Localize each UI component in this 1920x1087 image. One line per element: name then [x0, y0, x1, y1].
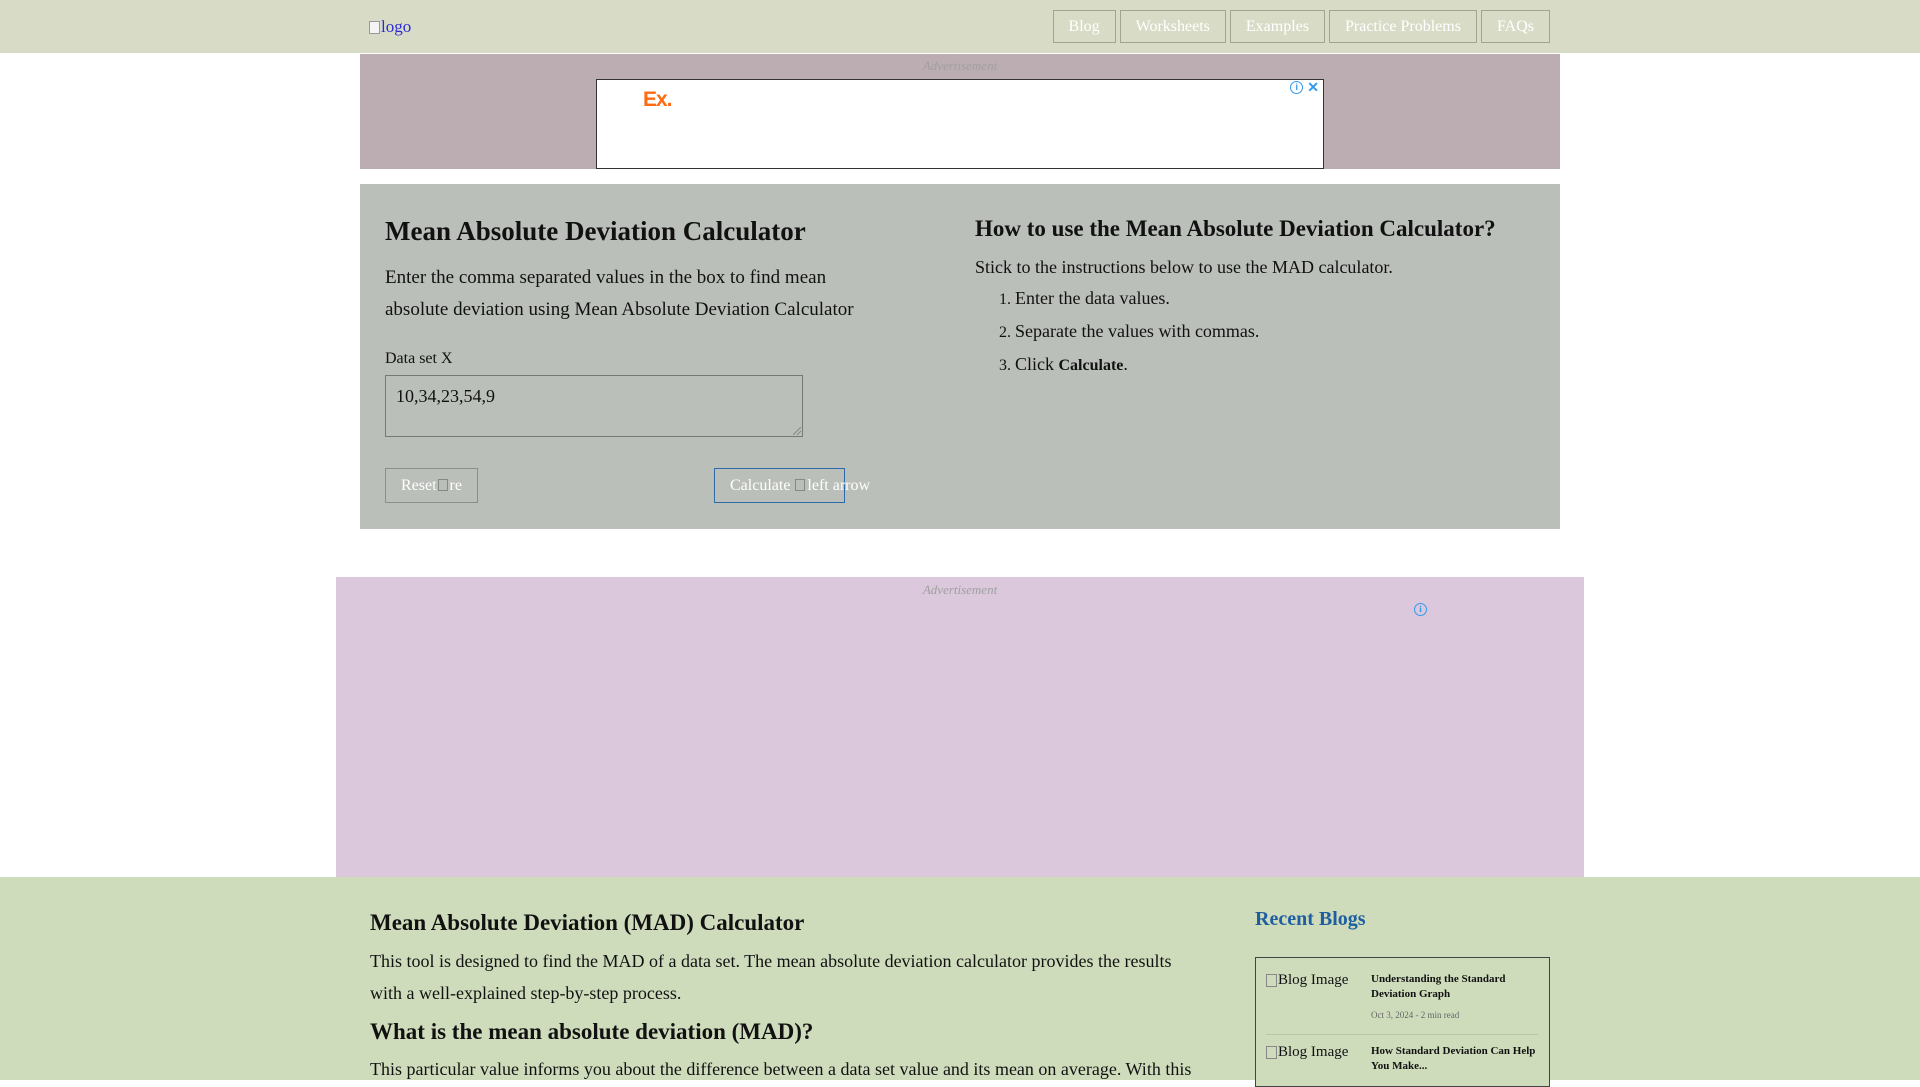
logo-link[interactable]: logo — [369, 17, 411, 37]
reset-button[interactable]: Reset re — [385, 468, 478, 503]
nav-faqs[interactable]: FAQs — [1480, 10, 1550, 43]
article-heading: Mean Absolute Deviation (MAD) Calculator — [370, 910, 805, 935]
reset-image-alt: re — [449, 477, 462, 494]
ad-banner[interactable]: Ex. i ✕ — [596, 79, 1324, 169]
howto-step3-suffix: . — [1123, 354, 1128, 374]
recent-blogs-title: Recent Blogs — [1255, 908, 1366, 930]
dataset-label: Data set X — [385, 350, 453, 367]
article-paragraph: This tool is designed to find the MAD of… — [370, 951, 1172, 1003]
ad-close-icon[interactable]: ✕ — [1307, 80, 1319, 94]
calculate-label: Calculate — [730, 477, 791, 494]
dataset-input[interactable]: 10,34,23,54,9 — [385, 375, 803, 437]
article-paragraph: This particular value informs you about … — [370, 1059, 1192, 1079]
blog-image-alt: Blog Image — [1278, 972, 1349, 988]
article-heading: What is the mean absolute deviation (MAD… — [370, 1019, 814, 1044]
ad-label: Advertisement — [922, 582, 998, 597]
howto-step: Click Calculate. — [1015, 348, 1259, 382]
nav-practice-problems[interactable]: Practice Problems — [1328, 10, 1477, 43]
calculate-button[interactable]: Calculate left arrow — [714, 468, 870, 503]
howto-step3-prefix: Click — [1015, 354, 1059, 374]
blog-image[interactable]: Blog Image — [1266, 1044, 1348, 1061]
howto-step: Separate the values with commas. — [1015, 315, 1259, 348]
blog-image-alt: Blog Image — [1278, 1044, 1349, 1060]
broken-image-icon — [369, 20, 380, 34]
site-header: logo Blog Worksheets Examples Practice P… — [0, 0, 1920, 53]
main-nav: Blog Worksheets Examples Practice Proble… — [1052, 10, 1550, 43]
howto-steps: Enter the data values. Separate the valu… — [975, 282, 1259, 382]
calculator-description: Enter the comma separated values in the … — [385, 267, 854, 320]
howto-intro: Stick to the instructions below to use t… — [975, 257, 1393, 277]
nav-worksheets[interactable]: Worksheets — [1119, 10, 1226, 43]
broken-image-icon — [1266, 1046, 1277, 1059]
ad-info-icon[interactable]: i — [1414, 603, 1427, 616]
blog-meta: Oct 3, 2024 - 2 min read — [1371, 1010, 1460, 1020]
ad-label: Advertisement — [922, 58, 998, 73]
middle-advertisement[interactable]: Advertisement i — [336, 577, 1584, 877]
blog-image[interactable]: Blog Image — [1266, 972, 1348, 989]
calculator-title: Mean Absolute Deviation Calculator — [385, 216, 806, 246]
blog-title[interactable]: Understanding the Standard Deviation Gra… — [1371, 972, 1536, 1002]
nav-blog[interactable]: Blog — [1052, 10, 1116, 43]
ad-brand-logo: Ex. — [643, 88, 673, 111]
howto-step: Enter the data values. — [1015, 282, 1259, 315]
calculate-image-alt: left arrow — [807, 477, 871, 494]
recent-blogs-list: Blog Image Understanding the Standard De… — [1255, 957, 1550, 1087]
broken-image-icon — [1266, 974, 1277, 987]
top-advertisement: Advertisement Ex. i ✕ — [360, 54, 1560, 169]
divider — [1266, 1034, 1538, 1035]
howto-step3-bold: Calculate — [1058, 357, 1124, 374]
logo-alt-text: logo — [381, 17, 412, 36]
ad-info-icon[interactable]: i — [1290, 81, 1304, 94]
blog-title[interactable]: How Standard Deviation Can Help You Make… — [1371, 1044, 1536, 1074]
resize-grip-icon[interactable] — [793, 427, 801, 435]
nav-examples[interactable]: Examples — [1229, 10, 1325, 43]
howto-title: How to use the Mean Absolute Deviation C… — [975, 216, 1496, 241]
reset-label: Reset — [401, 477, 437, 494]
reset-broken-image-icon — [437, 479, 448, 491]
calculate-broken-image-icon — [795, 479, 806, 491]
dataset-input-value: 10,34,23,54,9 — [396, 386, 495, 406]
calculator-panel: Mean Absolute Deviation Calculator Enter… — [360, 184, 1560, 529]
